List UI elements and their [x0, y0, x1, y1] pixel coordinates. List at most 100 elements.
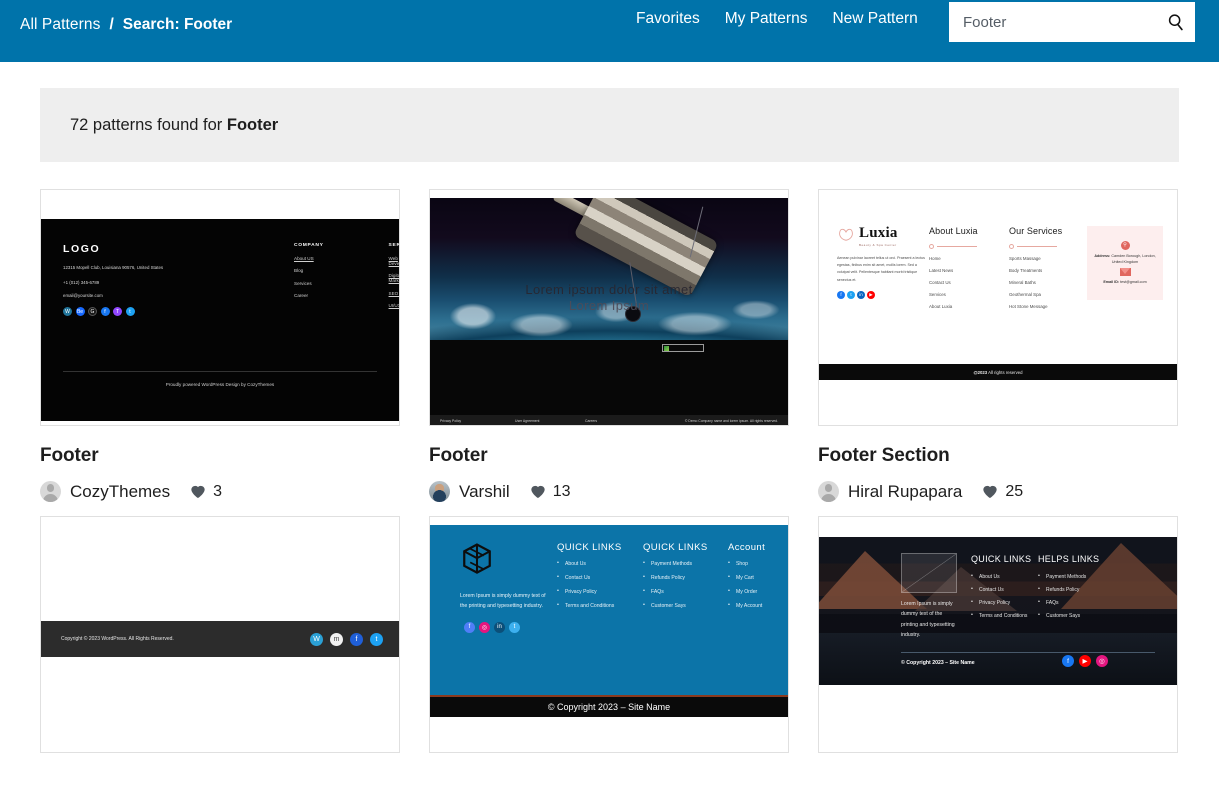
pattern-title[interactable]: Footer	[40, 445, 400, 467]
divider-line	[937, 246, 977, 247]
breadcrumb-separator: /	[109, 15, 114, 33]
thumb-social-links: f ▶ ◎	[1062, 655, 1108, 667]
pattern-title[interactable]: Footer Section	[818, 445, 1178, 467]
column-item: About Us	[557, 560, 622, 567]
column-item: Customer Says	[1038, 612, 1099, 619]
twitter-icon: t	[847, 290, 855, 299]
pattern-thumbnail[interactable]: Lorem ipsum dolor sit amet Lorem Ipsum P…	[429, 189, 789, 426]
broken-image-icon	[662, 344, 704, 352]
column-heading: Our Services	[1009, 226, 1063, 236]
column-item: Contact Us	[557, 574, 622, 581]
thumb-mountain-quicklinks-footer: Lorem Ipsum is simply dummy text of the …	[819, 537, 1177, 685]
nav-item-my-patterns[interactable]: My Patterns	[725, 10, 808, 28]
brand-description: Lorem Ipsum is simply dummy text of the …	[460, 593, 546, 609]
results-count-prefix: 72 patterns found for	[70, 115, 227, 134]
search-input[interactable]	[963, 2, 1165, 42]
pattern-thumbnail[interactable]: Lorem Ipsum is simply dummy text of the …	[818, 516, 1178, 753]
column-item: Hot Stone Message	[1009, 304, 1048, 309]
thumb-address: 12315 Mopell Club, Louisiana 90576, Unit…	[63, 265, 164, 270]
instagram-icon: ◎	[1096, 655, 1108, 667]
column-item: Refunds Policy	[1038, 586, 1099, 593]
pattern-card[interactable]: LOGO 12315 Mopell Club, Louisiana 90576,…	[40, 189, 400, 502]
footer-body: Luxia Beauty & Spa Center Aenean pulvina…	[819, 212, 1177, 356]
column-item: Terms and Conditions	[557, 602, 622, 609]
pattern-author[interactable]: Varshil	[459, 482, 510, 502]
column-item: Contact Us	[929, 280, 951, 285]
column-item: FAQs	[643, 588, 708, 595]
footer-link: Careers	[585, 418, 598, 423]
pattern-thumbnail[interactable]: Luxia Beauty & Spa Center Aenean pulvina…	[818, 189, 1178, 426]
pattern-card[interactable]: Lorem Ipsum is simply dummy text of the …	[818, 516, 1178, 753]
contact-address-label: Address:	[1094, 253, 1111, 258]
pattern-likes[interactable]: 13	[530, 483, 571, 501]
divider-line	[1017, 246, 1057, 247]
column-heading: Account	[728, 542, 766, 553]
meetup-icon: m	[330, 632, 343, 646]
instagram-icon: ◎	[479, 621, 490, 633]
search-form[interactable]	[949, 2, 1195, 42]
column-item: My Account	[728, 602, 765, 609]
pattern-card[interactable]: Luxia Beauty & Spa Center Aenean pulvina…	[818, 189, 1178, 502]
youtube-icon: ▶	[1079, 655, 1091, 667]
avatar	[429, 481, 450, 502]
pattern-author[interactable]: Hiral Rupapara	[848, 482, 962, 502]
thumb-column-quicklinks-1: QUICK LINKS About Us Contact Us Privacy …	[557, 542, 622, 609]
column-heading: COMPANY	[294, 243, 324, 248]
column-item: Sports Massage	[1009, 256, 1041, 261]
pattern-thumbnail[interactable]: Lorem Ipsum is simply dummy text of the …	[429, 516, 789, 753]
search-icon[interactable]	[1165, 11, 1187, 33]
pattern-grid: LOGO 12315 Mopell Club, Louisiana 90576,…	[40, 189, 1179, 753]
column-heading: QUICK LINKS	[643, 542, 708, 553]
column-item: Terms and Conditions	[971, 612, 1031, 619]
column-item: Services	[294, 280, 312, 286]
pattern-thumbnail[interactable]: Copyright © 2023 WordPress. All Rights R…	[40, 516, 400, 753]
pattern-thumbnail[interactable]: LOGO 12315 Mopell Club, Louisiana 90576,…	[40, 189, 400, 426]
copyright-year: @2023	[973, 369, 988, 375]
pattern-card[interactable]: Lorem Ipsum is simply dummy text of the …	[429, 516, 789, 753]
pattern-card[interactable]: Copyright © 2023 WordPress. All Rights R…	[40, 516, 400, 753]
footer-body: Lorem Ipsum is simply dummy text of the …	[430, 525, 788, 690]
footer-copyright: © Copyright 2023 – Site Name	[901, 660, 975, 666]
column-item: Customer Says	[643, 602, 708, 609]
thumb-column-helplinks: HELPS LINKS Payment Methods Refunds Poli…	[1038, 553, 1099, 619]
column-item: About Us	[971, 573, 1031, 580]
image-placeholder-icon	[901, 553, 957, 593]
footer-bottom-bar: @2023 All rights reserved	[819, 364, 1177, 380]
column-item: About US	[294, 255, 314, 261]
column-item: Payment Methods	[643, 560, 708, 567]
envelope-icon	[1119, 268, 1131, 277]
footer-body: Lorem Ipsum is simply dummy text of the …	[819, 537, 1177, 685]
breadcrumb-all-patterns[interactable]: All Patterns	[20, 16, 100, 34]
pattern-author[interactable]: CozyThemes	[70, 482, 170, 502]
thumb-column-company: COMPANY About US Blog Services Career	[294, 243, 324, 308]
heart-icon	[191, 485, 205, 499]
heart-icon	[531, 485, 545, 499]
twitter-icon: t	[125, 307, 135, 317]
nav-item-favorites[interactable]: Favorites	[636, 10, 700, 28]
like-count: 13	[552, 482, 571, 500]
facebook-icon: f	[464, 621, 475, 633]
thumb-social-links: f ◎ in t	[460, 621, 788, 633]
column-item: Body Treatments	[1009, 268, 1043, 273]
github-icon: G	[88, 307, 97, 317]
column-item: Blog	[294, 268, 304, 273]
thumb-column-account: Account Shop My Cart My Order My Account	[728, 542, 765, 609]
facebook-icon: f	[100, 307, 110, 317]
thumb-column-about: About Luxia Home Latest News Contact Us …	[929, 226, 978, 309]
results-count-text: 72 patterns found for Footer	[70, 116, 278, 135]
nav-item-new-pattern[interactable]: New Pattern	[832, 10, 917, 28]
footer-bottom-bar: Privacy Policy User Agreement Careers © …	[430, 415, 788, 425]
column-heading: SERVICES	[388, 243, 399, 248]
wordpress-icon: W	[310, 632, 323, 646]
twitch-icon: T	[113, 307, 122, 317]
twitter-icon: t	[370, 632, 383, 646]
pattern-likes[interactable]: 25	[982, 483, 1023, 501]
pattern-likes[interactable]: 3	[190, 483, 222, 501]
pattern-title[interactable]: Footer	[429, 445, 789, 467]
pattern-meta: CozyThemes 3	[40, 481, 400, 502]
pattern-card[interactable]: Lorem ipsum dolor sit amet Lorem Ipsum P…	[429, 189, 789, 502]
column-item: About Luxia	[929, 304, 953, 309]
thumb-space-hero-footer: Lorem ipsum dolor sit amet Lorem Ipsum P…	[430, 198, 788, 425]
column-item: Career	[294, 293, 309, 298]
column-item: Payment Methods	[1038, 573, 1099, 580]
